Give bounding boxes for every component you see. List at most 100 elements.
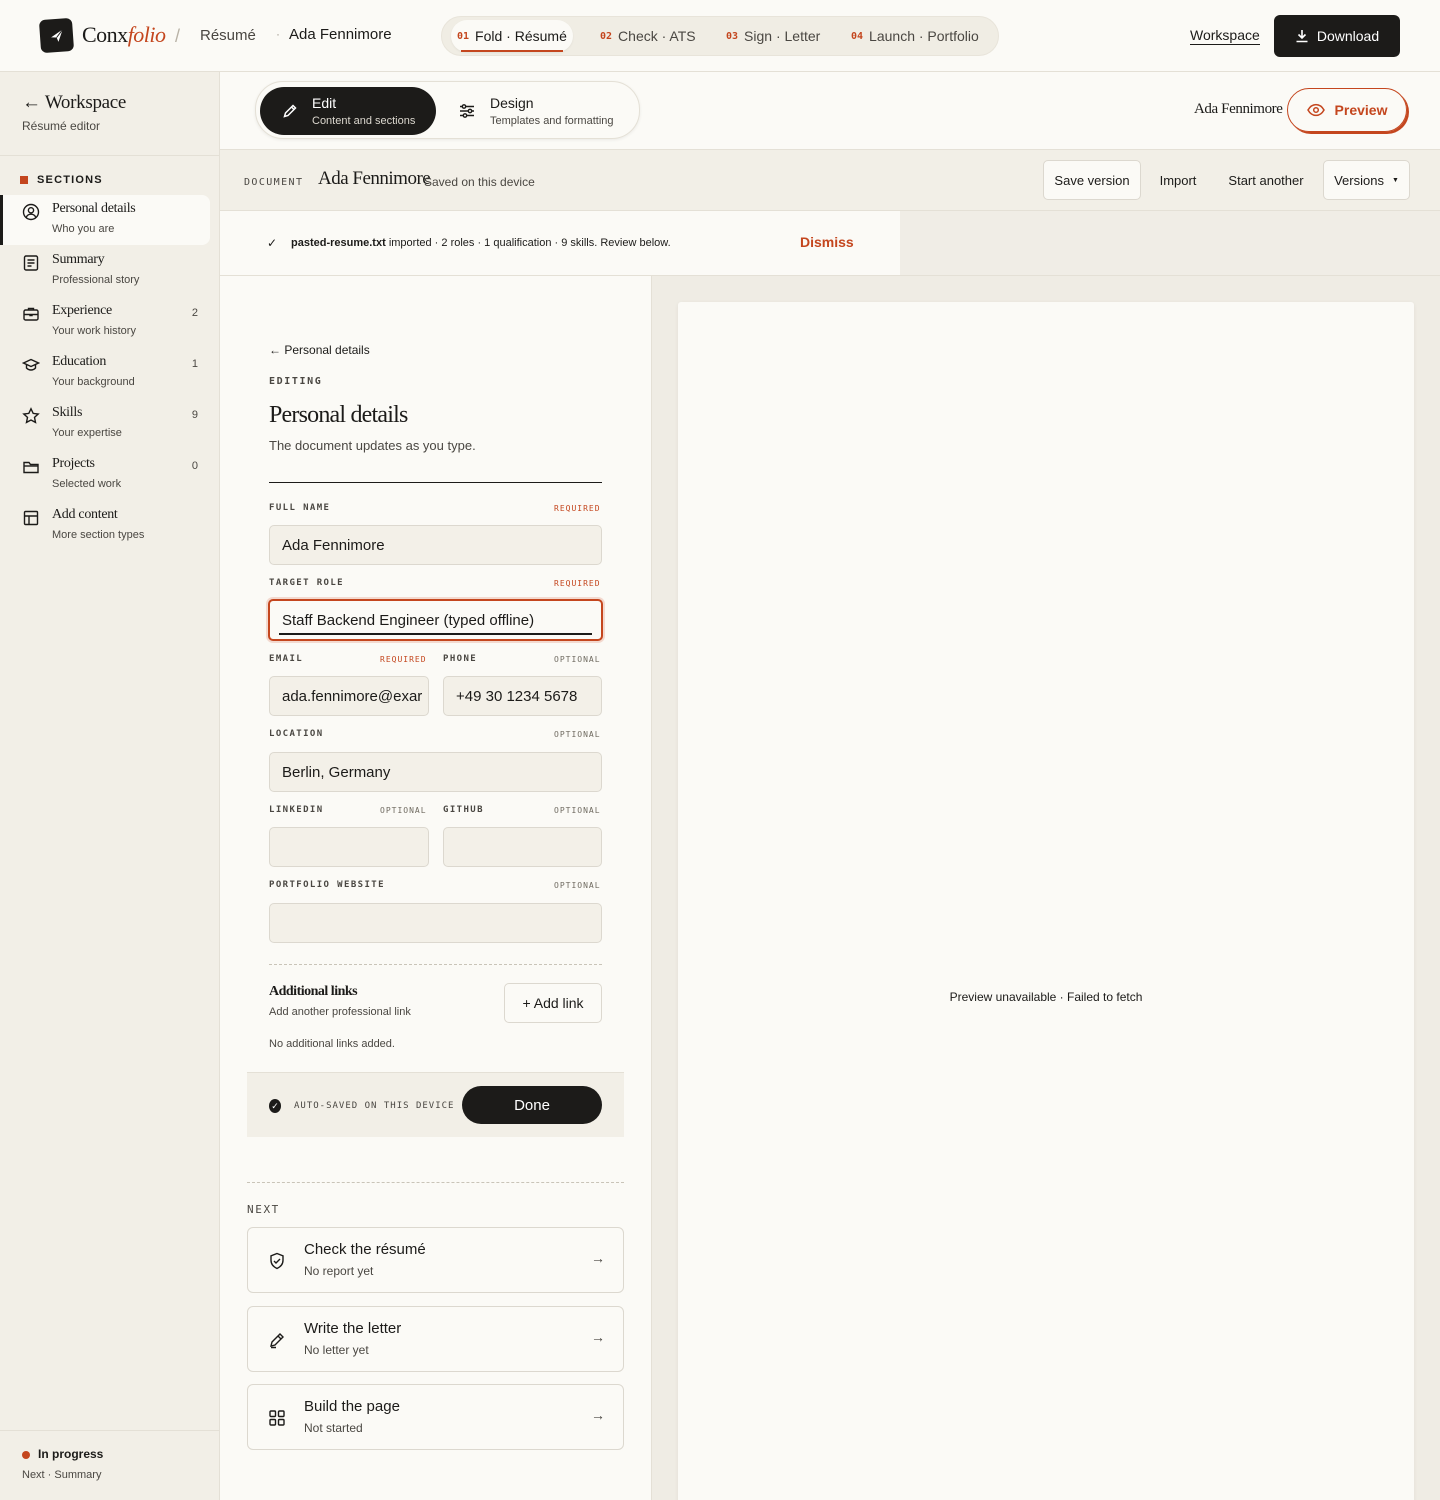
edit-mode-button[interactable]: Edit Content and sections: [260, 87, 436, 135]
sidebar-item-education[interactable]: Education Your background 1: [0, 348, 210, 398]
save-version-button[interactable]: Save version: [1043, 160, 1141, 200]
next-card-title: Build the page: [304, 1398, 400, 1415]
import-button[interactable]: Import: [1148, 160, 1208, 200]
pen-icon: [268, 1331, 286, 1349]
shield-check-icon: [268, 1252, 286, 1270]
sidebar-item-personal-details[interactable]: Personal details Who you are: [0, 195, 210, 245]
linkedin-label: LINKEDIN: [269, 805, 324, 815]
next-section-hint[interactable]: Next · Summary: [22, 1469, 101, 1481]
next-card-build-page[interactable]: Build the page Not started →: [247, 1384, 624, 1450]
star-icon: [22, 407, 40, 425]
preview-button[interactable]: Preview: [1287, 88, 1407, 132]
sidebar-item-count: 1: [191, 358, 198, 370]
back-to-personal-details[interactable]: ← Personal details: [269, 343, 370, 357]
sidebar-item-count: 0: [191, 460, 198, 472]
eye-icon: [1306, 103, 1325, 117]
grid-icon: [268, 1409, 286, 1427]
sidebar: ← Workspace Résumé editor SECTIONS Perso…: [0, 72, 220, 1500]
save-status: Saved on this device: [424, 175, 535, 189]
sidebar-item-experience[interactable]: Experience Your work history 2: [0, 297, 210, 347]
logo-icon[interactable]: [38, 17, 75, 54]
step-check-ats[interactable]: 02 Check · ATS: [600, 20, 696, 52]
sidebar-item-title: Projects: [52, 456, 95, 471]
workspace-link[interactable]: Workspace: [1190, 27, 1260, 45]
breadcrumb-section[interactable]: Résumé: [200, 27, 256, 44]
sidebar-item-title: Experience: [52, 303, 112, 318]
sidebar-item-title: Summary: [52, 252, 105, 267]
full-name-label: FULL NAME: [269, 503, 331, 513]
start-another-button[interactable]: Start another: [1216, 160, 1316, 200]
dismiss-button[interactable]: Dismiss: [800, 234, 854, 250]
step-launch-portfolio[interactable]: 04 Launch · Portfolio: [851, 20, 979, 52]
sidebar-header: ← Workspace Résumé editor: [0, 72, 219, 156]
optional-badge: OPTIONAL: [554, 730, 601, 739]
additional-links-sub: Add another professional link: [269, 1006, 411, 1018]
editor-panel: ← Personal details EDITING Personal deta…: [220, 276, 652, 1500]
optional-badge: OPTIONAL: [380, 806, 427, 815]
top-bar: Conxfolio / Résumé · Ada Fennimore 01 Fol…: [0, 0, 1440, 72]
document-icon: [22, 254, 40, 272]
sidebar-item-sub: Your expertise: [52, 427, 122, 439]
portfolio-field[interactable]: [269, 903, 602, 943]
add-link-button[interactable]: + Add link: [504, 983, 602, 1023]
check-circle-icon: ✓: [269, 1099, 281, 1113]
status-dot: [22, 1451, 30, 1459]
arrow-right-icon: →: [591, 1329, 605, 1345]
import-notice: ✓ pasted-resume.txt imported · 2 roles ·…: [220, 211, 900, 276]
breadcrumb-document: Ada Fennimore: [289, 26, 392, 43]
divider: [269, 482, 602, 483]
next-label: NEXT: [247, 1203, 280, 1216]
autosave-bar: ✓ AUTO-SAVED ON THIS DEVICE Done: [247, 1072, 624, 1137]
design-mode-button[interactable]: Design Templates and formatting: [452, 87, 632, 135]
editor-title: Personal details: [269, 402, 408, 428]
required-badge: REQUIRED: [554, 504, 601, 513]
sidebar-subtitle: Résumé editor: [22, 119, 101, 133]
github-field[interactable]: [443, 827, 602, 867]
divider: [269, 964, 602, 965]
step-fold-resume[interactable]: 01 Fold · Résumé: [451, 20, 573, 52]
optional-badge: OPTIONAL: [554, 655, 601, 664]
email-label: EMAIL: [269, 654, 304, 664]
sidebar-item-add-content[interactable]: Add content More section types: [0, 501, 210, 551]
next-card-write-letter[interactable]: Write the letter No letter yet →: [247, 1306, 624, 1372]
versions-dropdown[interactable]: Versions ▼: [1323, 160, 1410, 200]
done-button[interactable]: Done: [462, 1086, 602, 1124]
sidebar-item-count: 9: [191, 409, 198, 421]
progress-status: In progress: [38, 1447, 104, 1461]
progress-footer: In progress Next · Summary: [0, 1430, 219, 1500]
preview-error-message: Preview unavailable · Failed to fetch: [949, 990, 1143, 1004]
optional-badge: OPTIONAL: [554, 881, 601, 890]
next-card-title: Write the letter: [304, 1320, 402, 1337]
next-card-check-resume[interactable]: Check the résumé No report yet →: [247, 1227, 624, 1293]
sidebar-item-summary[interactable]: Summary Professional story: [0, 246, 210, 296]
email-field[interactable]: ada.fennimore@exar: [269, 676, 429, 716]
download-button[interactable]: Download: [1274, 15, 1400, 57]
required-badge: REQUIRED: [380, 655, 427, 664]
next-card-sub: No letter yet: [304, 1343, 369, 1357]
check-icon: ✓: [267, 236, 278, 250]
document-label: DOCUMENT: [244, 177, 304, 188]
layout-icon: [22, 509, 40, 527]
preview-area: Preview unavailable · Failed to fetch: [652, 276, 1440, 1500]
design-mode-title: Design: [490, 95, 534, 111]
phone-field[interactable]: +49 30 1234 5678: [443, 676, 602, 716]
linkedin-field[interactable]: [269, 827, 429, 867]
location-field[interactable]: Berlin, Germany: [269, 752, 602, 792]
full-name-input[interactable]: Ada Fennimore: [269, 525, 602, 565]
user-circle-icon: [22, 203, 40, 221]
download-label: Download: [1316, 28, 1380, 44]
sidebar-item-count: 2: [191, 307, 198, 319]
pencil-icon: [282, 103, 298, 119]
arrow-right-icon: →: [591, 1407, 605, 1423]
location-label: LOCATION: [269, 729, 324, 739]
next-card-sub: No report yet: [304, 1264, 374, 1278]
back-to-workspace[interactable]: ← Workspace: [22, 92, 126, 114]
editing-label: EDITING: [269, 376, 323, 387]
step-sign-letter[interactable]: 03 Sign · Letter: [726, 20, 820, 52]
sidebar-item-projects[interactable]: Projects Selected work 0: [0, 450, 210, 500]
target-role-input[interactable]: Staff Backend Engineer (typed offline): [268, 599, 603, 641]
sidebar-item-skills[interactable]: Skills Your expertise 9: [0, 399, 210, 449]
document-name: Ada Fennimore: [318, 168, 431, 189]
document-bar: DOCUMENT Ada Fennimore Saved on this dev…: [220, 150, 1440, 211]
editor-description: The document updates as you type.: [269, 438, 476, 453]
